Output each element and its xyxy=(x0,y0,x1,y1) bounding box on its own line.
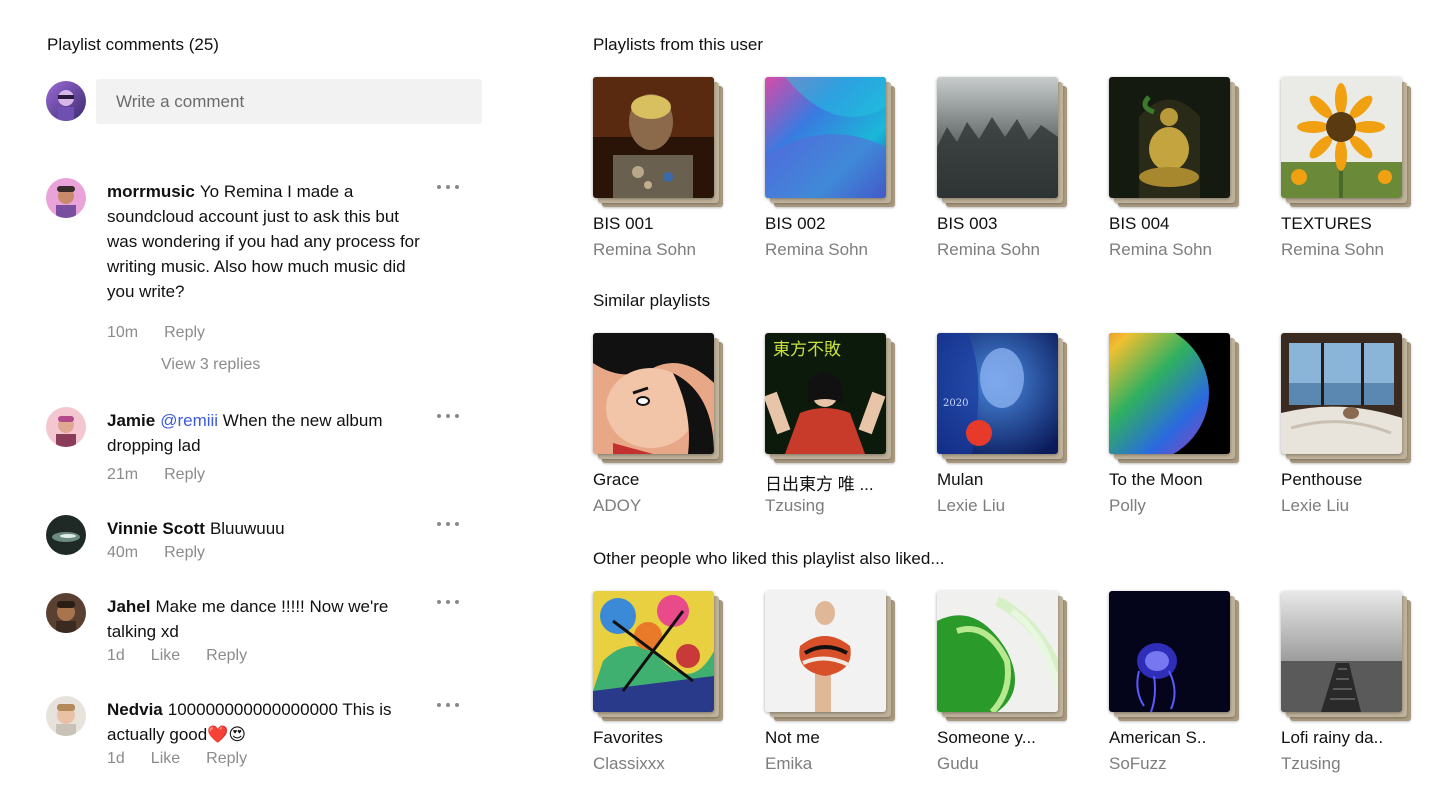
section-title-also-liked: Other people who liked this playlist als… xyxy=(593,549,945,568)
comment-time: 10m xyxy=(107,324,139,341)
comments-panel: Playlist comments (25) morrmusicYo Remin… xyxy=(0,0,540,794)
playlist-cover xyxy=(1109,333,1230,454)
more-options-icon[interactable] xyxy=(437,407,459,425)
more-options-icon[interactable] xyxy=(437,696,459,714)
playlist-artist[interactable]: Remina Sohn xyxy=(937,240,1087,260)
playlist-title[interactable]: Mulan xyxy=(937,470,1087,490)
playlist-cover xyxy=(593,591,714,712)
playlist-title[interactable]: BIS 004 xyxy=(1109,214,1259,234)
avatar[interactable] xyxy=(46,178,86,218)
view-replies-link[interactable]: View 3 replies xyxy=(161,356,260,374)
playlist-artist[interactable]: Gudu xyxy=(937,754,1087,774)
playlist-artist[interactable]: Tzusing xyxy=(1281,754,1431,774)
playlist-artist[interactable]: Remina Sohn xyxy=(765,240,915,260)
playlist-title[interactable]: BIS 003 xyxy=(937,214,1087,234)
playlist-artist[interactable]: Remina Sohn xyxy=(1109,240,1259,260)
playlist-cover: 東方不敗 xyxy=(765,333,886,454)
comment-author[interactable]: morrmusic xyxy=(107,182,195,201)
comment-time: 1d xyxy=(107,647,125,664)
playlist-cover: 2020 xyxy=(937,333,1058,454)
section-title-user-playlists: Playlists from this user xyxy=(593,35,764,54)
comment-author[interactable]: Vinnie Scott xyxy=(107,519,205,538)
playlist-title[interactable]: Grace xyxy=(593,470,743,490)
playlist-cover xyxy=(593,77,714,198)
playlist-title[interactable]: To the Moon xyxy=(1109,470,1259,490)
comment-time: 1d xyxy=(107,750,125,767)
comment-text: Bluuwuuu xyxy=(209,519,285,538)
playlist-artist[interactable]: ADOY xyxy=(593,496,743,516)
playlist-artist[interactable]: Lexie Liu xyxy=(1281,496,1431,516)
playlist-cover xyxy=(1109,591,1230,712)
like-button[interactable]: Like xyxy=(151,750,180,768)
comment-time: 21m xyxy=(107,466,139,483)
playlist-title[interactable]: BIS 001 xyxy=(593,214,743,234)
playlist-cover xyxy=(1281,77,1402,198)
reply-button[interactable]: Reply xyxy=(206,750,247,768)
comments-title: Playlist comments (25) xyxy=(47,35,219,54)
playlist-title[interactable]: Someone y... xyxy=(937,728,1087,748)
playlist-title[interactable]: BIS 002 xyxy=(765,214,915,234)
mention-link[interactable]: @remiii xyxy=(160,411,218,430)
playlist-title[interactable]: Penthouse xyxy=(1281,470,1431,490)
comment-time: 40m xyxy=(107,544,139,561)
playlist-artist[interactable]: Remina Sohn xyxy=(1281,240,1431,260)
playlist-title[interactable]: TEXTURES xyxy=(1281,214,1431,234)
current-user-avatar[interactable] xyxy=(46,81,86,121)
like-button[interactable]: Like xyxy=(151,647,180,665)
comment-input[interactable] xyxy=(96,79,482,124)
playlist-artist[interactable]: Polly xyxy=(1109,496,1259,516)
playlist-cover xyxy=(593,333,714,454)
comment-author[interactable]: Nedvia xyxy=(107,700,163,719)
playlist-cover xyxy=(1109,77,1230,198)
more-options-icon[interactable] xyxy=(437,593,459,611)
comment-author[interactable]: Jahel xyxy=(107,597,150,616)
playlist-artist[interactable]: SoFuzz xyxy=(1109,754,1259,774)
playlist-artist[interactable]: Lexie Liu xyxy=(937,496,1087,516)
reply-button[interactable]: Reply xyxy=(164,466,205,484)
playlist-cover xyxy=(765,77,886,198)
playlist-artist[interactable]: Classixxx xyxy=(593,754,743,774)
cover-year-text: 2020 xyxy=(943,398,968,409)
playlist-title[interactable]: American S.. xyxy=(1109,728,1259,748)
playlist-cover xyxy=(937,77,1058,198)
playlist-artist[interactable]: Tzusing xyxy=(765,496,915,516)
reply-button[interactable]: Reply xyxy=(206,647,247,665)
section-title-similar-playlists: Similar playlists xyxy=(593,291,711,310)
reply-button[interactable]: Reply xyxy=(164,324,205,342)
playlist-title[interactable]: Not me xyxy=(765,728,915,748)
playlist-artist[interactable]: Emika xyxy=(765,754,915,774)
playlist-cover xyxy=(1281,591,1402,712)
comment-author[interactable]: Jamie xyxy=(107,411,155,430)
playlist-title[interactable]: 日出東方 唯 ... xyxy=(765,470,915,495)
playlist-artist[interactable]: Remina Sohn xyxy=(593,240,743,260)
avatar[interactable] xyxy=(46,593,86,633)
more-options-icon[interactable] xyxy=(437,515,459,533)
reply-button[interactable]: Reply xyxy=(164,544,205,562)
avatar[interactable] xyxy=(46,696,86,736)
avatar[interactable] xyxy=(46,407,86,447)
playlist-cover xyxy=(937,591,1058,712)
playlist-title[interactable]: Lofi rainy da.. xyxy=(1281,728,1431,748)
playlist-cover xyxy=(1281,333,1402,454)
playlist-cover xyxy=(765,591,886,712)
playlist-title[interactable]: Favorites xyxy=(593,728,743,748)
avatar[interactable] xyxy=(46,515,86,555)
cover-kanji-text: 東方不敗 xyxy=(773,340,841,360)
more-options-icon[interactable] xyxy=(437,178,459,196)
